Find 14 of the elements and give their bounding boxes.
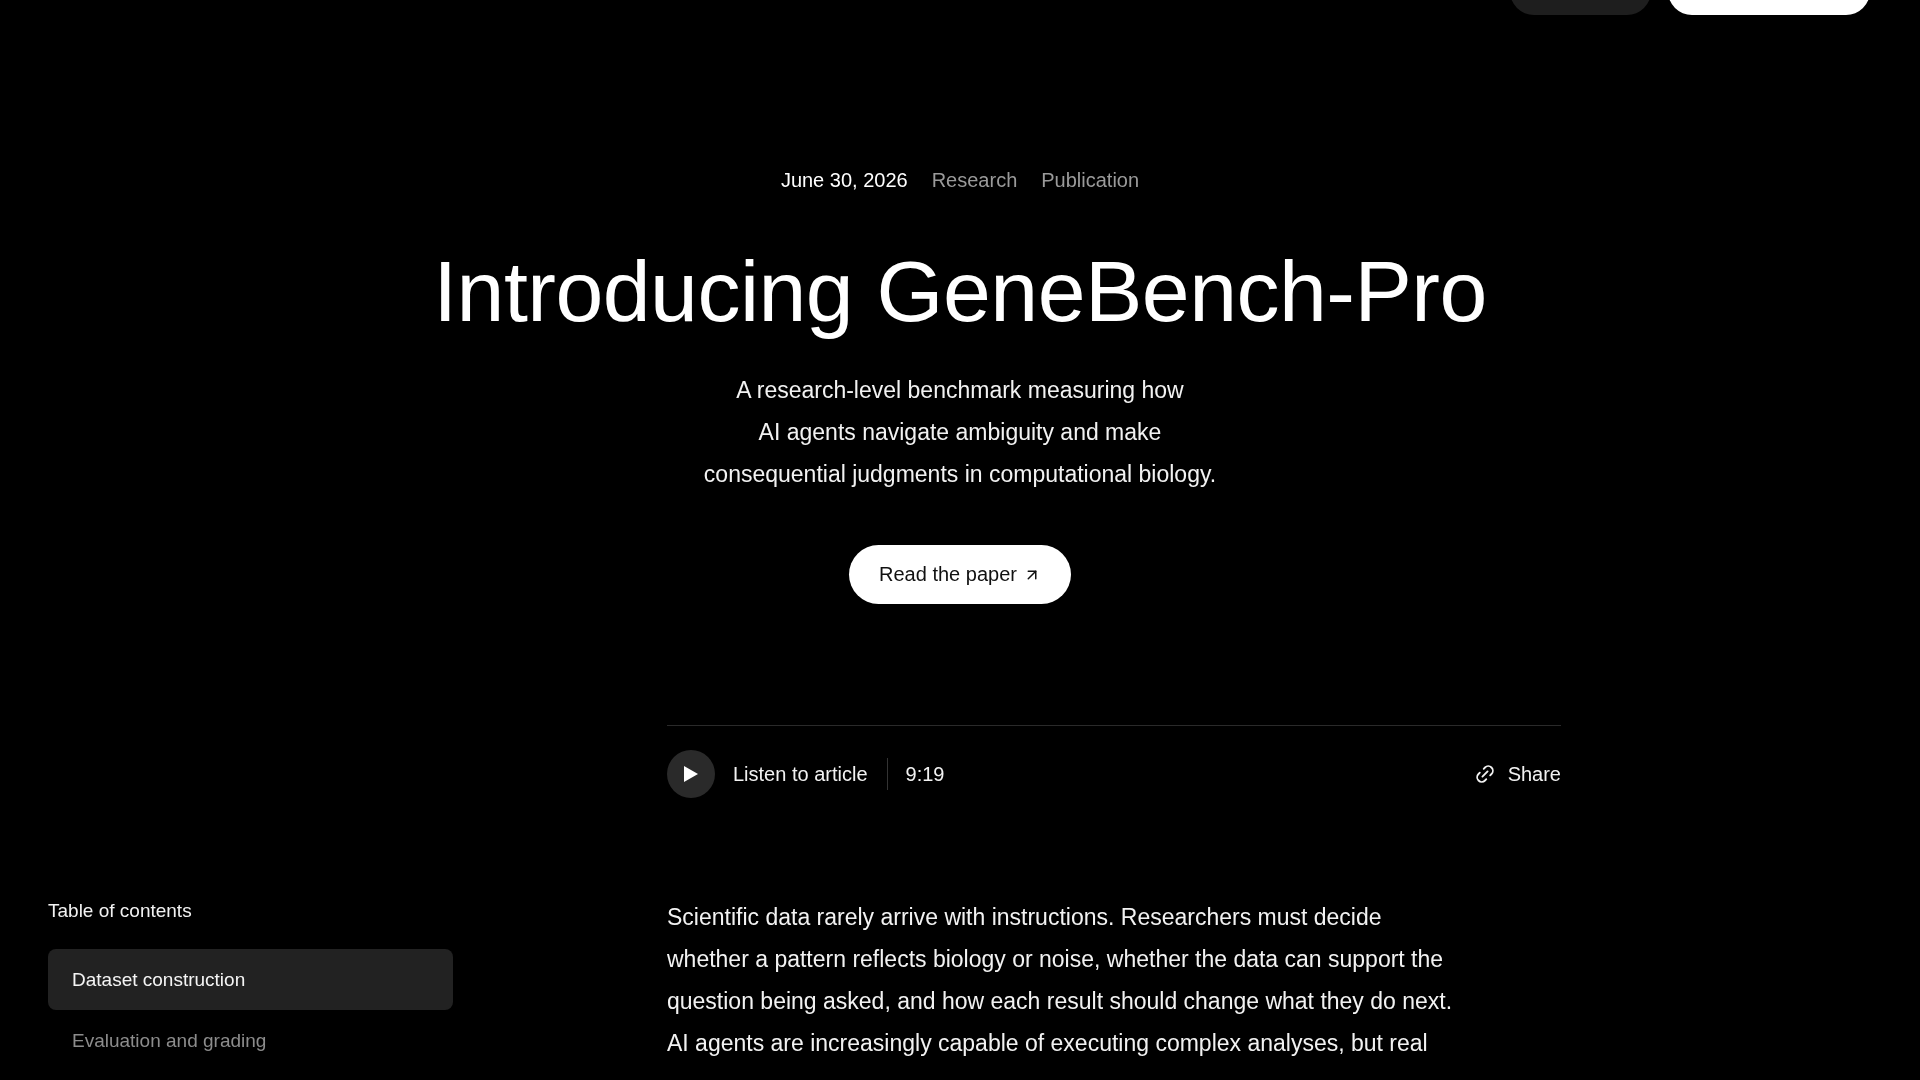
toc-item[interactable]: Evaluation and grading xyxy=(48,1010,453,1071)
post-date: June 30, 2026 xyxy=(780,168,908,192)
read-paper-button[interactable]: Read the paper xyxy=(849,545,1071,604)
audio-duration: 9:19 xyxy=(905,762,945,786)
subtitle: A research-level benchmark measuring how AI agents navigate ambiguity and make consequential judgments in computational biology. xyxy=(703,376,1217,489)
toc-heading: Table of contents xyxy=(48,899,193,923)
article-paragraph: Scientific data rarely arrive with instructions. Researchers must decide whether a pattern reflects biology or noise, whether the data can support the question being asked, and how each result should change what they do next. AI agents are increasingly capable of executing complex analyses, but real xyxy=(667,903,1454,1058)
play-icon xyxy=(683,765,699,783)
category-tag: Publication xyxy=(1041,168,1140,192)
share-link[interactable]: Share xyxy=(1473,762,1561,786)
toc-item[interactable]: Dataset construction xyxy=(48,949,453,1010)
listen-label: Listen to article xyxy=(733,762,868,786)
play-button[interactable] xyxy=(667,750,715,798)
category-tag: Research xyxy=(931,168,1018,192)
